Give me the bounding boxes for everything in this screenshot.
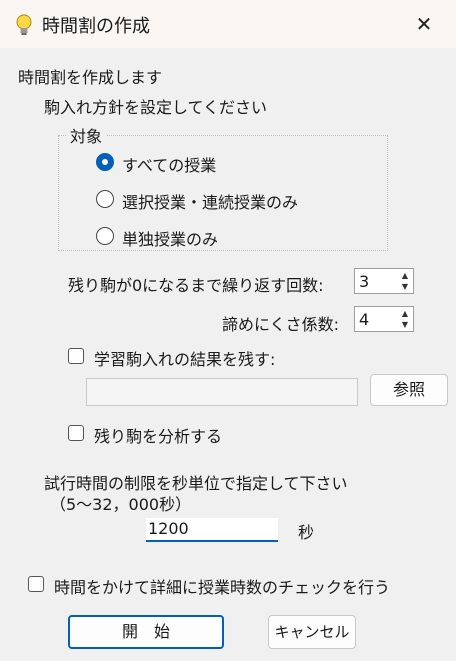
- spin-down-icon[interactable]: ▼: [398, 281, 412, 292]
- detail-check-checkbox[interactable]: [28, 576, 44, 592]
- radio-elective-consecutive-label[interactable]: 選択授業・連続授業のみ: [122, 189, 298, 213]
- close-button[interactable]: ✕: [408, 10, 440, 38]
- spin-up-icon[interactable]: ▲: [398, 308, 412, 319]
- title-bar: 時間割の作成 ✕: [0, 0, 456, 48]
- keep-result-label[interactable]: 学習駒入れの結果を残す:: [94, 346, 275, 370]
- detail-check-label[interactable]: 時間をかけて詳細に授業時数のチェックを行う: [54, 574, 390, 598]
- spin-down-icon[interactable]: ▼: [398, 319, 412, 330]
- analyze-label[interactable]: 残り駒を分析する: [94, 423, 222, 447]
- analyze-checkbox[interactable]: [68, 425, 84, 441]
- result-path-field: [86, 378, 358, 406]
- intro-text: 時間割を作成します: [18, 68, 163, 87]
- lightbulb-icon: [16, 14, 32, 35]
- radio-all-classes[interactable]: [96, 153, 114, 171]
- repeat-count-label: 残り駒が0になるまで繰り返す回数:: [68, 276, 324, 295]
- window-title: 時間割の作成: [42, 16, 150, 37]
- start-button[interactable]: 開 始: [68, 615, 224, 649]
- radio-single-classes-label[interactable]: 単独授業のみ: [122, 226, 218, 250]
- repeat-count-value[interactable]: 3: [359, 272, 369, 291]
- target-group-title: 対象: [66, 123, 107, 147]
- cancel-button[interactable]: キャンセル: [268, 615, 356, 649]
- time-limit-unit: 秒: [298, 523, 315, 542]
- give-up-factor-spinner[interactable]: 4 ▲ ▼: [354, 306, 414, 332]
- give-up-factor-value[interactable]: 4: [359, 310, 369, 329]
- radio-all-classes-label[interactable]: すべての授業: [122, 152, 216, 176]
- radio-elective-consecutive[interactable]: [96, 190, 114, 208]
- give-up-factor-label: 諦めにくさ係数:: [222, 315, 340, 334]
- keep-result-checkbox[interactable]: [68, 348, 84, 364]
- time-limit-input[interactable]: 1200: [146, 518, 278, 542]
- browse-button[interactable]: 参照: [370, 374, 448, 406]
- repeat-count-spinner[interactable]: 3 ▲ ▼: [354, 268, 414, 294]
- policy-heading: 駒入れ方針を設定してください: [44, 98, 268, 117]
- spin-up-icon[interactable]: ▲: [398, 270, 412, 281]
- radio-single-classes[interactable]: [96, 227, 114, 245]
- time-limit-range: （5～32，000秒）: [50, 495, 192, 514]
